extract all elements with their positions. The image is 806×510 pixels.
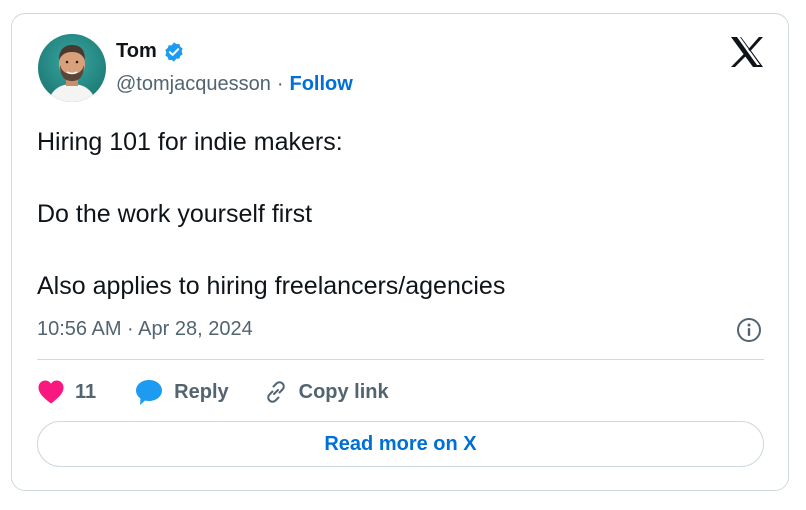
- reply-bubble-icon: [134, 378, 164, 406]
- author-name[interactable]: Tom: [116, 40, 157, 63]
- author-handle-row: @tomjacquesson · Follow: [116, 73, 353, 96]
- reply-button[interactable]: Reply: [134, 378, 229, 406]
- read-more-button[interactable]: Read more on X: [37, 421, 764, 467]
- tweet-line: Also applies to hiring freelancers/agenc…: [37, 272, 506, 300]
- like-button[interactable]: 11: [37, 379, 96, 405]
- tweet-text: Hiring 101 for indie makers: Do the work…: [37, 124, 757, 304]
- action-bar: 11 Reply Copy link: [37, 377, 389, 407]
- divider: [37, 359, 764, 360]
- avatar-portrait-icon: [48, 45, 96, 102]
- tweet-embed-card: Tom @tomjacquesson · Follow Hiring 101 f…: [11, 13, 789, 491]
- like-count: 11: [75, 380, 97, 403]
- verified-badge-icon: [163, 41, 185, 63]
- reply-label: Reply: [174, 380, 229, 403]
- info-icon[interactable]: [736, 317, 762, 343]
- tweet-timestamp[interactable]: 10:56 AM · Apr 28, 2024: [37, 318, 253, 341]
- copy-link-label: Copy link: [298, 380, 389, 403]
- author-name-row: Tom: [116, 40, 185, 63]
- follow-link[interactable]: Follow: [290, 73, 353, 96]
- handle-separator: ·: [276, 73, 284, 95]
- avatar[interactable]: [38, 34, 106, 102]
- copy-link-button[interactable]: Copy link: [263, 379, 389, 405]
- x-logo-icon[interactable]: [730, 36, 764, 68]
- link-icon: [263, 379, 289, 405]
- tweet-line: Do the work yourself first: [37, 200, 313, 228]
- tweet-line: Hiring 101 for indie makers:: [37, 128, 343, 156]
- author-handle[interactable]: @tomjacquesson: [116, 73, 271, 96]
- heart-icon: [37, 379, 65, 405]
